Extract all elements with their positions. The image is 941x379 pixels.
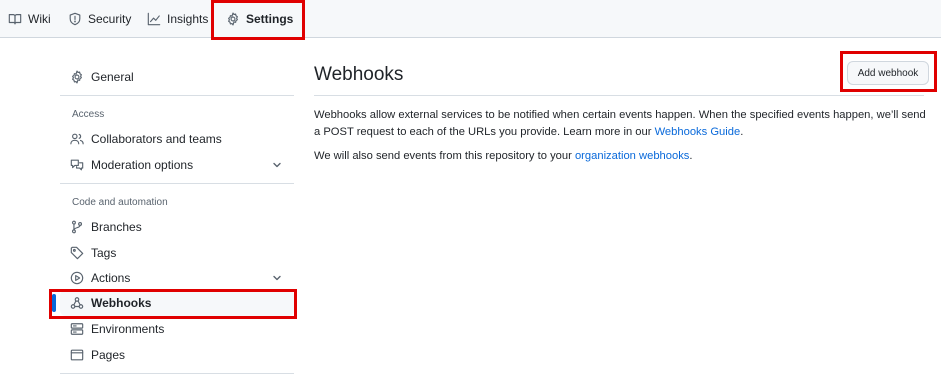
sidebar-item-environments[interactable]: Environments <box>60 316 294 342</box>
book-icon <box>8 14 22 25</box>
add-webhook-button[interactable]: Add webhook <box>847 61 929 85</box>
graph-icon <box>147 12 161 26</box>
chevron-down-icon <box>273 162 281 168</box>
tab-insights-label: Insights <box>167 12 209 26</box>
sidebar-heading-code-automation: Code and automation <box>72 197 168 208</box>
sidebar-item-label: Collaborators and teams <box>91 132 222 146</box>
description-text: Webhooks allow external services to be n… <box>314 109 926 138</box>
repo-navigation: Wiki Security Insights Settings <box>0 0 941 39</box>
org-webhooks-note: We will also send events from this repos… <box>314 148 926 165</box>
browser-icon <box>70 349 84 361</box>
page-title: Webhooks <box>314 64 404 85</box>
description-end: . <box>740 126 744 138</box>
chevron-down-icon <box>273 275 281 281</box>
tab-insights[interactable]: Insights <box>147 0 208 38</box>
webhook-icon <box>70 297 84 309</box>
tab-settings[interactable]: Settings <box>222 0 301 39</box>
sidebar-item-moderation[interactable]: Moderation options <box>60 152 294 178</box>
sidebar-item-label: Actions <box>91 271 131 285</box>
sidebar-item-label: Branches <box>91 220 142 234</box>
tab-wiki-label: Wiki <box>28 12 51 26</box>
shield-icon <box>69 12 81 26</box>
org-note-end: . <box>689 150 693 162</box>
sidebar-item-webhooks[interactable]: Webhooks <box>52 290 294 316</box>
sidebar-item-pages[interactable]: Pages <box>60 342 294 368</box>
tag-icon <box>70 246 84 260</box>
play-icon <box>70 271 84 285</box>
sidebar-item-collaborators[interactable]: Collaborators and teams <box>60 126 294 152</box>
sidebar-item-general[interactable]: General <box>60 64 294 90</box>
sidebar-item-label: Moderation options <box>91 158 194 172</box>
sidebar-divider <box>60 373 294 374</box>
sidebar-item-label: Environments <box>91 322 165 336</box>
sidebar-divider <box>60 183 294 184</box>
server-icon <box>70 323 84 335</box>
sidebar-item-label: Pages <box>91 348 126 362</box>
tab-wiki[interactable]: Wiki <box>8 0 51 38</box>
tab-security[interactable]: Security <box>68 0 131 38</box>
people-icon <box>70 133 84 145</box>
org-note-text: We will also send events from this repos… <box>314 150 575 162</box>
sidebar-item-branches[interactable]: Branches <box>60 214 294 240</box>
tab-settings-label: Settings <box>246 12 294 26</box>
sidebar-item-label: Webhooks <box>91 296 152 310</box>
tab-security-label: Security <box>88 12 132 26</box>
sidebar-item-actions[interactable]: Actions <box>60 265 294 291</box>
git-branch-icon <box>71 220 83 234</box>
sidebar-divider <box>60 95 294 96</box>
webhooks-guide-link[interactable]: Webhooks Guide <box>655 126 741 138</box>
sidebar-item-tags[interactable]: Tags <box>60 240 294 266</box>
comment-discussion-icon <box>70 159 84 171</box>
organization-webhooks-link[interactable]: organization webhooks <box>575 150 689 162</box>
gear-icon <box>72 70 82 84</box>
webhooks-description: Webhooks allow external services to be n… <box>314 107 926 141</box>
gear-icon <box>228 12 238 26</box>
sidebar-item-label: Tags <box>91 246 117 260</box>
title-divider <box>314 95 924 96</box>
sidebar-item-label: General <box>91 70 134 84</box>
sidebar-heading-access: Access <box>72 109 105 120</box>
